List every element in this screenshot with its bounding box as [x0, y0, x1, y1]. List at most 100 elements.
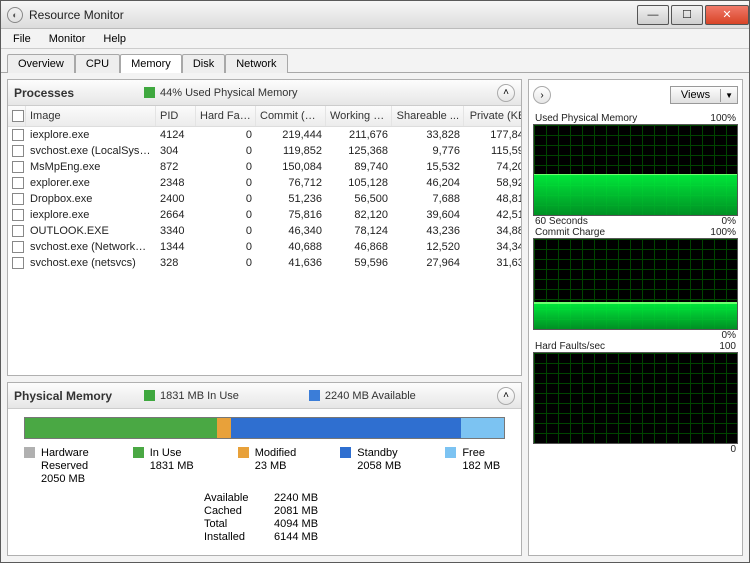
- collapse-icon[interactable]: ˄: [497, 84, 515, 102]
- tab-overview[interactable]: Overview: [7, 54, 75, 73]
- legend-item: Standby2058 MB: [340, 447, 401, 486]
- checkbox-icon[interactable]: [12, 193, 24, 205]
- table-row[interactable]: Dropbox.exe2400051,23656,5007,68848,812: [8, 191, 521, 207]
- collapse-icon[interactable]: ˄: [497, 387, 515, 405]
- col-checkbox[interactable]: [8, 106, 26, 126]
- legend-label: Hardware: [41, 447, 89, 460]
- col-pid[interactable]: PID: [156, 106, 196, 126]
- table-row[interactable]: explorer.exe2348076,712105,12846,20458,9…: [8, 175, 521, 191]
- legend-value2: 2050 MB: [41, 473, 89, 486]
- cell-ws: 125,368: [326, 143, 392, 159]
- row-checkbox[interactable]: [8, 239, 26, 255]
- col-private[interactable]: Private (KB): [464, 106, 521, 126]
- checkbox-icon[interactable]: [12, 241, 24, 253]
- cell-sh: 43,236: [392, 223, 464, 239]
- views-button[interactable]: Views ▼: [670, 86, 738, 104]
- cell-pid: 2348: [156, 175, 196, 191]
- left-column: Processes 44% Used Physical Memory ˄ Ima…: [7, 79, 522, 556]
- cell-ws: 211,676: [326, 127, 392, 143]
- minimize-button[interactable]: —: [637, 5, 669, 25]
- processes-grid: Image PID Hard Faul... Commit (KB) Worki…: [8, 106, 521, 375]
- table-row[interactable]: MsMpEng.exe8720150,08489,74015,53274,208: [8, 159, 521, 175]
- views-label: Views: [671, 87, 720, 103]
- cell-hf: 0: [196, 239, 256, 255]
- legend-swatch: [133, 447, 144, 458]
- legend-swatch: [445, 447, 456, 458]
- cell-ws: 89,740: [326, 159, 392, 175]
- legend-item: Modified23 MB: [238, 447, 297, 486]
- cell-hf: 0: [196, 175, 256, 191]
- cell-sh: 33,828: [392, 127, 464, 143]
- stat-value: 4094 MB: [274, 518, 344, 530]
- checkbox-icon[interactable]: [12, 177, 24, 189]
- row-checkbox[interactable]: [8, 207, 26, 223]
- cell-hf: 0: [196, 255, 256, 271]
- checkbox-icon[interactable]: [12, 225, 24, 237]
- content-area: Processes 44% Used Physical Memory ˄ Ima…: [1, 73, 749, 562]
- cell-image: iexplore.exe: [26, 127, 156, 143]
- physmem-avail: 2240 MB Available: [309, 390, 416, 402]
- table-row[interactable]: svchost.exe (NetworkService)1344040,6884…: [8, 239, 521, 255]
- cell-pv: 34,348: [464, 239, 521, 255]
- expand-pane-icon[interactable]: ›: [533, 86, 551, 104]
- row-checkbox[interactable]: [8, 223, 26, 239]
- cell-image: explorer.exe: [26, 175, 156, 191]
- tab-memory[interactable]: Memory: [120, 54, 182, 73]
- checkbox-icon[interactable]: [12, 129, 24, 141]
- row-checkbox[interactable]: [8, 255, 26, 271]
- table-row[interactable]: iexplore.exe41240219,444211,67633,828177…: [8, 127, 521, 143]
- menu-file[interactable]: File: [5, 31, 39, 47]
- tab-cpu[interactable]: CPU: [75, 54, 120, 73]
- legend-value: Reserved: [41, 460, 89, 473]
- graph-title: Hard Faults/sec: [535, 341, 605, 352]
- cell-image: OUTLOOK.EXE: [26, 223, 156, 239]
- col-hardfaults[interactable]: Hard Faul...: [196, 106, 256, 126]
- legend-swatch: [340, 447, 351, 458]
- checkbox-icon[interactable]: [12, 110, 24, 122]
- graph-xmin: 60 Seconds: [535, 216, 588, 227]
- tab-network[interactable]: Network: [225, 54, 287, 73]
- cell-hf: 0: [196, 223, 256, 239]
- checkbox-icon[interactable]: [12, 161, 24, 173]
- cell-ws: 78,124: [326, 223, 392, 239]
- cell-image: svchost.exe (NetworkService): [26, 239, 156, 255]
- grid-body[interactable]: iexplore.exe41240219,444211,67633,828177…: [8, 127, 521, 271]
- menu-help[interactable]: Help: [95, 31, 134, 47]
- maximize-button[interactable]: ☐: [671, 5, 703, 25]
- row-checkbox[interactable]: [8, 175, 26, 191]
- cell-pid: 1344: [156, 239, 196, 255]
- table-row[interactable]: svchost.exe (netsvcs)328041,63659,59627,…: [8, 255, 521, 271]
- cell-sh: 46,204: [392, 175, 464, 191]
- col-commit[interactable]: Commit (KB): [256, 106, 326, 126]
- legend-label: Modified: [255, 447, 297, 460]
- processes-title: Processes: [14, 86, 134, 100]
- cell-commit: 40,688: [256, 239, 326, 255]
- checkbox-icon[interactable]: [12, 145, 24, 157]
- row-checkbox[interactable]: [8, 191, 26, 207]
- row-checkbox[interactable]: [8, 127, 26, 143]
- physmem-avail-label: 2240 MB Available: [325, 390, 416, 402]
- row-checkbox[interactable]: [8, 159, 26, 175]
- tab-disk[interactable]: Disk: [182, 54, 225, 73]
- cell-ws: 46,868: [326, 239, 392, 255]
- col-shareable[interactable]: Shareable ...: [392, 106, 464, 126]
- close-button[interactable]: ✕: [705, 5, 749, 25]
- graph-max: 100%: [710, 227, 736, 238]
- row-checkbox[interactable]: [8, 143, 26, 159]
- titlebar[interactable]: ◐ Resource Monitor — ☐ ✕: [1, 1, 749, 29]
- physmem-header[interactable]: Physical Memory 1831 MB In Use 2240 MB A…: [8, 383, 521, 409]
- table-row[interactable]: iexplore.exe2664075,81682,12039,60442,51…: [8, 207, 521, 223]
- processes-meta: 44% Used Physical Memory: [144, 87, 298, 99]
- cell-pid: 2664: [156, 207, 196, 223]
- checkbox-icon[interactable]: [12, 209, 24, 221]
- col-image[interactable]: Image: [26, 106, 156, 126]
- processes-header[interactable]: Processes 44% Used Physical Memory ˄: [8, 80, 521, 106]
- col-workingset[interactable]: Working S...: [326, 106, 392, 126]
- menu-monitor[interactable]: Monitor: [41, 31, 94, 47]
- checkbox-icon[interactable]: [12, 257, 24, 269]
- legend-swatch: [24, 447, 35, 458]
- cell-pid: 872: [156, 159, 196, 175]
- table-row[interactable]: svchost.exe (LocalSystemNet...3040119,85…: [8, 143, 521, 159]
- chevron-down-icon[interactable]: ▼: [720, 89, 737, 102]
- table-row[interactable]: OUTLOOK.EXE3340046,34078,12443,23634,888: [8, 223, 521, 239]
